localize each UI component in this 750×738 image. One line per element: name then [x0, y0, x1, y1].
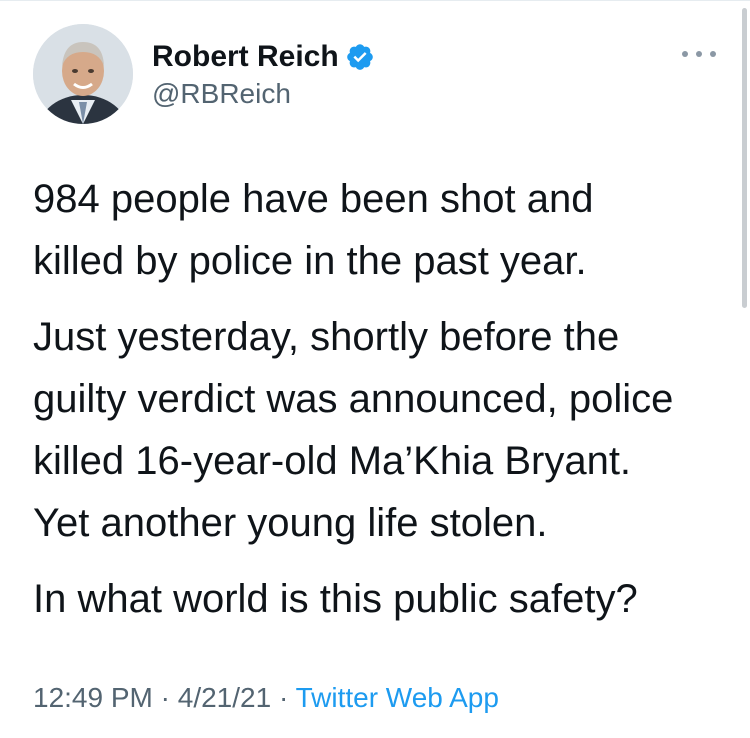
meta-separator: · [271, 682, 296, 713]
tweet-time[interactable]: 12:49 PM [33, 682, 153, 713]
name-row: Robert Reich [152, 38, 375, 76]
dot [696, 51, 702, 57]
tweet-line: killed by police in the past year. [33, 239, 587, 283]
dot [682, 51, 688, 57]
handle[interactable]: @RBReich [152, 78, 375, 110]
profile-photo-icon [33, 24, 133, 124]
author-block[interactable]: Robert Reich @RBReich [152, 38, 375, 110]
tweet-line: Yet another young life stolen. [33, 501, 548, 545]
tweet-text: 984 people have been shot and killed by … [33, 168, 723, 644]
tweet-date[interactable]: 4/21/21 [178, 682, 271, 713]
tweet-line: Just yesterday, shortly before the [33, 315, 620, 359]
display-name[interactable]: Robert Reich [152, 40, 339, 74]
top-divider [0, 0, 750, 1]
tweet-line: 984 people have been shot and [33, 177, 594, 221]
scrollbar[interactable] [742, 8, 747, 308]
tweet-source-link[interactable]: Twitter Web App [296, 682, 499, 713]
verified-badge-icon [345, 42, 375, 72]
tweet-line: In what world is this public safety? [33, 577, 638, 621]
tweet-paragraph-2: Just yesterday, shortly before the guilt… [33, 306, 723, 554]
more-options-icon[interactable] [682, 44, 716, 64]
tweet-line: killed 16-year-old Ma’Khia Bryant. [33, 439, 632, 483]
avatar[interactable] [33, 24, 133, 124]
tweet-line: guilty verdict was announced, police [33, 377, 674, 421]
tweet-paragraph-3: In what world is this public safety? [33, 568, 723, 630]
dot [710, 51, 716, 57]
tweet-meta: 12:49 PM · 4/21/21 · Twitter Web App [33, 682, 499, 714]
tweet-paragraph-1: 984 people have been shot and killed by … [33, 168, 723, 292]
meta-separator: · [152, 682, 178, 713]
